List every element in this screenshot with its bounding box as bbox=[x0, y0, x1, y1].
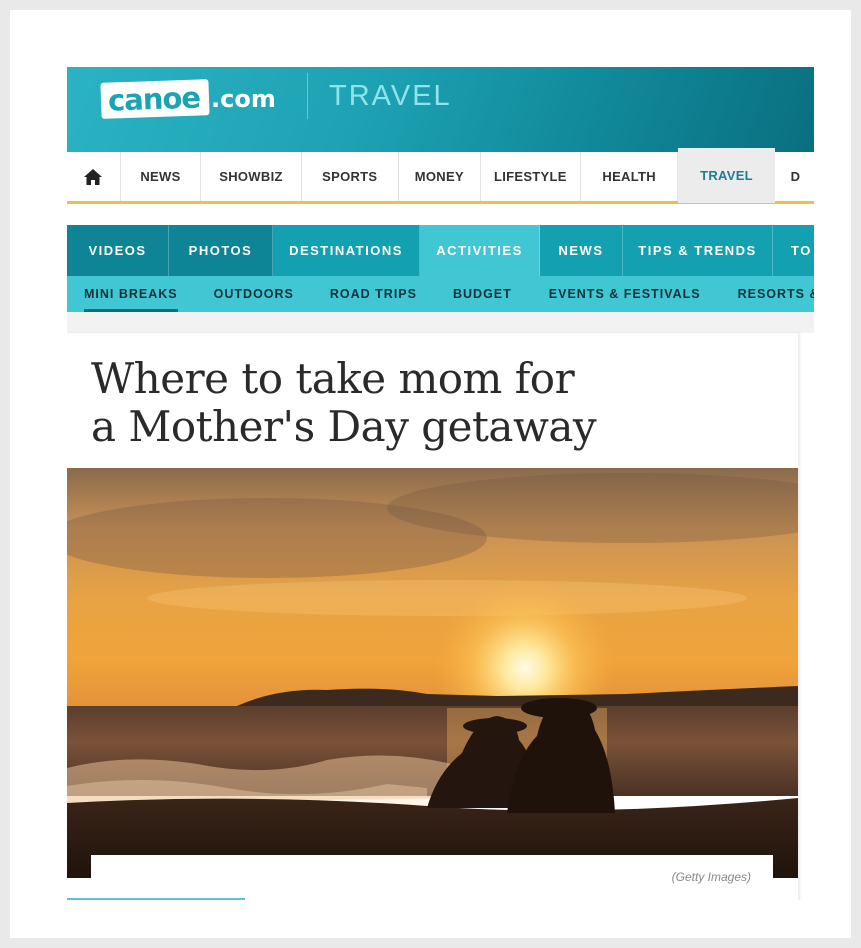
subnav-item-mini-breaks[interactable]: MINI BREAKS bbox=[84, 276, 178, 312]
section-tab-tips-trends[interactable]: TIPS & TRENDS bbox=[623, 225, 773, 276]
nav-item-lifestyle[interactable]: LIFESTYLE bbox=[481, 152, 581, 201]
section-tab-videos[interactable]: VIDEOS bbox=[67, 225, 169, 276]
nav-item-money[interactable]: MONEY bbox=[399, 152, 481, 201]
section-tab-activities[interactable]: ACTIVITIES bbox=[420, 225, 540, 276]
subnav-item-outdoors[interactable]: OUTDOORS bbox=[214, 276, 294, 312]
photo-caption: (Getty Images) bbox=[671, 870, 751, 884]
logo-wordmark: canoe bbox=[100, 79, 210, 119]
nav-item-showbiz[interactable]: SHOWBIZ bbox=[201, 152, 302, 201]
section-nav: VIDEOS PHOTOS DESTINATIONS ACTIVITIES NE… bbox=[67, 225, 814, 276]
subnav-item-road-trips[interactable]: ROAD TRIPS bbox=[330, 276, 417, 312]
home-icon bbox=[84, 168, 103, 185]
section-tab-news[interactable]: NEWS bbox=[540, 225, 623, 276]
subnav-item-events-festivals[interactable]: EVENTS & FESTIVALS bbox=[549, 276, 701, 312]
section-rule bbox=[67, 898, 245, 900]
section-title-link[interactable]: TRAVEL bbox=[329, 79, 452, 113]
nav-item-travel[interactable]: TRAVEL bbox=[678, 148, 775, 203]
nav-item-truncated[interactable]: D bbox=[775, 152, 814, 201]
section-tab-destinations[interactable]: DESTINATIONS bbox=[273, 225, 420, 276]
nav-item-news[interactable]: NEWS bbox=[121, 152, 202, 201]
header-divider bbox=[307, 73, 308, 119]
headline-line-2: a Mother's Day getaway bbox=[91, 402, 597, 451]
subnav-item-budget[interactable]: BUDGET bbox=[453, 276, 512, 312]
hero-photo[interactable] bbox=[67, 468, 798, 878]
main-nav: NEWS SHOWBIZ SPORTS MONEY LIFESTYLE HEAL… bbox=[67, 148, 814, 204]
canoe-travel-page: canoe .com TRAVEL NEWS SHOWBIZ SPORTS MO… bbox=[67, 67, 814, 900]
nav-item-sports[interactable]: SPORTS bbox=[302, 152, 399, 201]
content-gap bbox=[67, 312, 814, 333]
site-header: canoe .com TRAVEL bbox=[67, 67, 814, 152]
nav-item-health[interactable]: HEALTH bbox=[581, 152, 679, 201]
home-button[interactable] bbox=[67, 152, 121, 201]
page-frame: canoe .com TRAVEL NEWS SHOWBIZ SPORTS MO… bbox=[10, 10, 851, 938]
sub-nav: MINI BREAKS OUTDOORS ROAD TRIPS BUDGET E… bbox=[67, 276, 814, 312]
article-headline: Where to take mom for a Mother's Day get… bbox=[91, 355, 711, 451]
photo-caption-box: (Getty Images) bbox=[91, 855, 773, 900]
subnav-item-resorts-truncated[interactable]: RESORTS & CR bbox=[738, 276, 814, 312]
logo-suffix: .com bbox=[211, 85, 276, 113]
sunset-beach-image bbox=[67, 468, 798, 878]
site-logo[interactable]: canoe .com bbox=[100, 79, 276, 119]
section-tab-photos[interactable]: PHOTOS bbox=[169, 225, 273, 276]
headline-line-1: Where to take mom for bbox=[91, 354, 575, 403]
article: Where to take mom for a Mother's Day get… bbox=[67, 333, 798, 900]
section-tab-truncated[interactable]: TO bbox=[773, 225, 814, 276]
